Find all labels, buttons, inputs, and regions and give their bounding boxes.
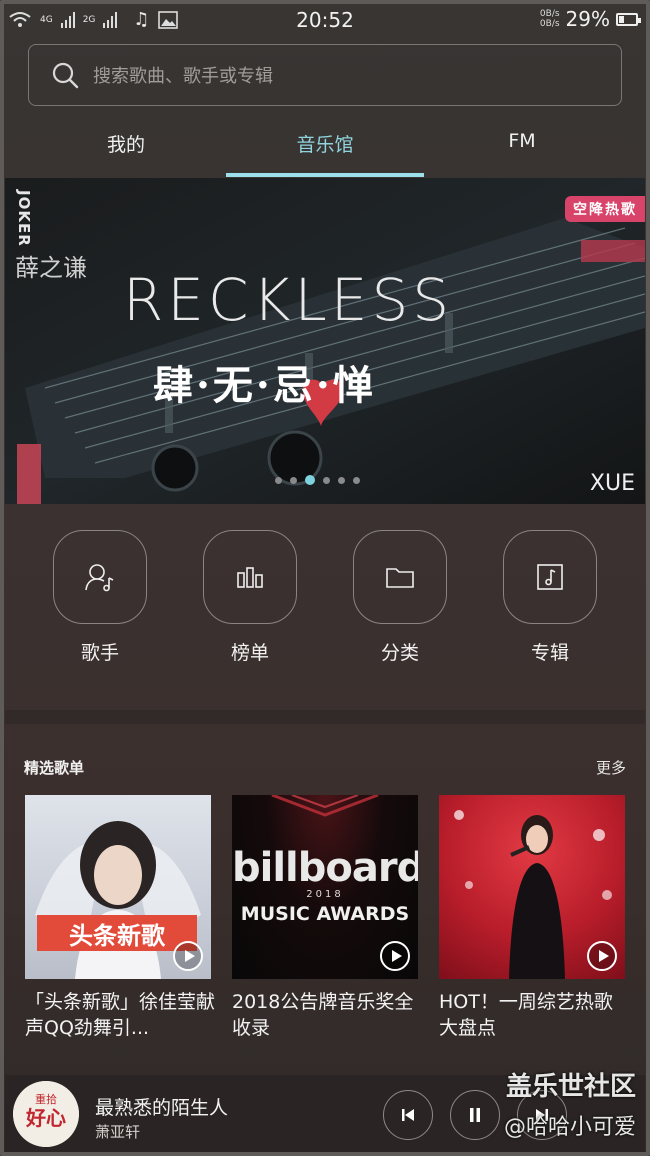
play-icon[interactable] — [173, 941, 203, 971]
status-bar: 4G 2G ♫ 20:52 0B/s 0B/s 29% — [0, 0, 650, 40]
playlist-title: 2018公告牌音乐奖全收录 — [232, 991, 414, 1039]
carousel-dot[interactable] — [275, 476, 282, 484]
carousel-dots[interactable] — [275, 475, 360, 485]
playlist-cover[interactable]: 头条新歌 — [25, 795, 211, 979]
album-art-text: 重拾 — [35, 1092, 57, 1106]
watermark-line1: 盖乐世社区 — [505, 1072, 636, 1102]
carousel-dot[interactable] — [323, 476, 330, 484]
category-singer-label: 歌手 — [80, 642, 119, 664]
cover-year: 2018 — [306, 889, 344, 900]
tab-music-hall[interactable]: 音乐馆 — [275, 130, 375, 157]
carousel-dot[interactable] — [290, 476, 297, 484]
promo-banner[interactable]: JOKER 薛之谦 RECKLESS 肆·无·忌·惮 空降热歌 XUE — [5, 178, 645, 504]
skip-previous-icon — [402, 1109, 414, 1121]
play-icon[interactable] — [587, 941, 617, 971]
playlist-cover[interactable] — [439, 795, 625, 979]
playlists-more-link[interactable]: 更多 — [596, 757, 626, 778]
active-tab-indicator — [226, 173, 424, 177]
search-bar[interactable]: 搜索歌曲、歌手或专辑 — [28, 44, 622, 106]
pause-button[interactable] — [450, 1090, 500, 1140]
guitar-background — [5, 178, 645, 504]
section-divider — [5, 710, 645, 724]
playlists-section-title: 精选歌单 — [24, 759, 85, 777]
banner-brand: XUE — [589, 471, 635, 496]
playlist-card[interactable]: 头条新歌 「头条新歌」徐佳莹献声QQ劲舞引... — [25, 795, 215, 1041]
banner-vertical-text: JOKER — [15, 190, 33, 247]
banner-title-cn: 肆·无·忌·惮 — [153, 362, 376, 409]
category-singer-button[interactable] — [53, 530, 147, 624]
playlist-cover[interactable]: billboard 2018 MUSIC AWARDS — [232, 795, 418, 979]
category-genres-label: 分类 — [380, 642, 419, 664]
category-charts[interactable]: 榜单 — [200, 530, 300, 665]
banner-title-en: RECKLESS — [123, 266, 454, 334]
net-speed: 0B/s 0B/s — [540, 9, 560, 29]
watermark: 盖乐世社区 @哈哈小可爱 — [504, 1066, 636, 1141]
battery-icon — [616, 12, 641, 26]
playlist-title: 「头条新歌」徐佳莹献声QQ劲舞引... — [25, 991, 216, 1039]
watermark-line2: @哈哈小可爱 — [503, 1115, 636, 1140]
carousel-dot[interactable] — [338, 476, 345, 484]
album-art-text-2: 好心 — [25, 1106, 66, 1130]
banner-artist: 薛之谦 — [15, 254, 87, 282]
folder-icon — [386, 568, 414, 588]
category-charts-label: 榜单 — [230, 642, 269, 664]
cover-billboard-logo: billboard — [232, 845, 418, 891]
category-albums-label: 专辑 — [530, 642, 569, 664]
tab-fm[interactable]: FM — [472, 130, 572, 152]
singer-icon — [85, 564, 114, 592]
category-genres[interactable]: 分类 — [350, 530, 450, 665]
category-singer[interactable]: 歌手 — [50, 530, 150, 665]
carousel-dot[interactable] — [305, 475, 315, 485]
status-right: 0B/s 0B/s 29% — [540, 7, 641, 31]
banner-decor-bar — [17, 444, 41, 504]
playlist-card[interactable]: billboard 2018 MUSIC AWARDS 2018公告牌音乐奖全收… — [232, 795, 418, 1041]
now-playing-title: 最熟悉的陌生人 — [95, 1097, 229, 1119]
chart-icon — [237, 567, 263, 588]
playlist-title: HOT！一周综艺热歌大盘点 — [439, 991, 613, 1039]
category-albums-button[interactable] — [503, 530, 597, 624]
cover-awards-text: MUSIC AWARDS — [240, 903, 410, 925]
category-grid: 歌手 榜单 分类 专辑 — [0, 530, 650, 680]
album-icon — [537, 564, 563, 590]
previous-button[interactable] — [383, 1090, 433, 1140]
net-speed-up: 0B/s — [539, 9, 560, 19]
now-playing-artwork[interactable]: 好心 重拾 — [13, 1081, 79, 1147]
playlist-card[interactable]: HOT！一周综艺热歌大盘点 — [439, 795, 625, 1041]
net-speed-down: 0B/s — [539, 19, 560, 29]
album-art: 好心 重拾 — [13, 1081, 79, 1147]
tab-mine[interactable]: 我的 — [76, 130, 176, 157]
cover-headline-label: 头条新歌 — [37, 915, 197, 951]
pause-icon — [470, 1108, 480, 1122]
play-icon[interactable] — [380, 941, 410, 971]
tab-bar: 我的 音乐馆 FM — [0, 118, 650, 178]
category-genres-button[interactable] — [353, 530, 447, 624]
carousel-dot[interactable] — [353, 476, 360, 484]
banner-decor-bar-2 — [581, 240, 645, 262]
category-charts-button[interactable] — [203, 530, 297, 624]
search-icon — [52, 62, 79, 89]
battery-percent: 29% — [565, 7, 610, 31]
banner-tag: 空降热歌 — [565, 196, 645, 222]
now-playing-artist: 萧亚轩 — [95, 1123, 141, 1141]
search-placeholder: 搜索歌曲、歌手或专辑 — [93, 66, 273, 87]
category-albums[interactable]: 专辑 — [500, 530, 600, 665]
